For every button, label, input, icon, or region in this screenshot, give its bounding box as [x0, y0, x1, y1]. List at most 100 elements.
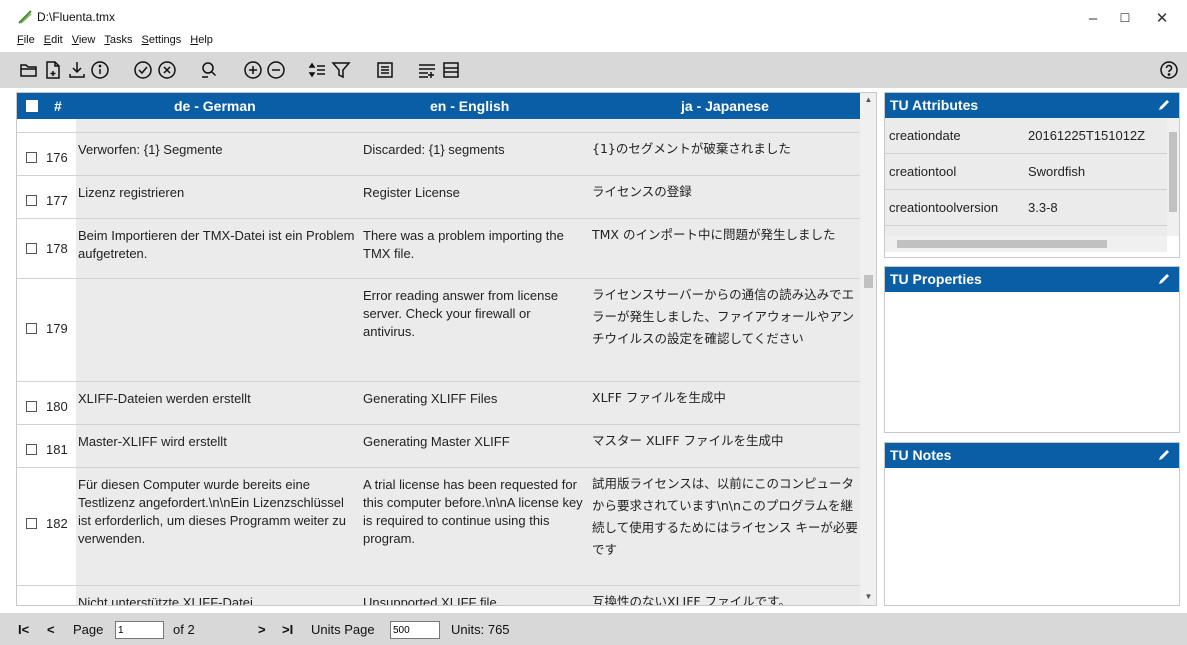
- grid-vertical-scrollbar[interactable]: ▲ ▼: [860, 93, 876, 605]
- pencil-edit-icon[interactable]: [1157, 272, 1171, 286]
- table-row[interactable]: 180 XLIFF-Dateien werden erstellt Genera…: [17, 382, 860, 425]
- cell-ja[interactable]: {1}のセグメントが破棄されました: [592, 138, 860, 160]
- cell-en[interactable]: Register License: [363, 184, 585, 202]
- cancel-circle-icon[interactable]: [156, 59, 178, 81]
- previous-page-button[interactable]: <: [47, 622, 55, 637]
- add-circle-icon[interactable]: [242, 59, 264, 81]
- last-page-button[interactable]: >I: [282, 622, 293, 637]
- table-row[interactable]: 176 Verworfen: {1} Segmente Discarded: {…: [17, 133, 860, 176]
- wrap-text-icon[interactable]: [416, 59, 438, 81]
- units-page-input[interactable]: [390, 621, 440, 639]
- remove-circle-icon[interactable]: [265, 59, 287, 81]
- cell-en[interactable]: A trial license has been requested for t…: [363, 476, 585, 548]
- vertical-scrollbar-thumb[interactable]: [1169, 132, 1177, 212]
- menu-tasks[interactable]: Tasks: [104, 34, 132, 52]
- attribute-row[interactable]: creationdate 20161225T151012Z: [885, 118, 1167, 154]
- page-count-label: of 2: [173, 622, 195, 637]
- attributes-horizontal-scrollbar[interactable]: [885, 236, 1167, 252]
- cell-ja[interactable]: ライセンスサーバーからの通信の読み込みでエラーが発生しました、ファイアウォールや…: [592, 284, 860, 350]
- cell-ja[interactable]: マスター XLIFF ファイルを生成中: [592, 430, 860, 452]
- menu-view[interactable]: View: [72, 34, 96, 52]
- row-checkbox[interactable]: [26, 605, 37, 606]
- save-download-icon[interactable]: [66, 59, 88, 81]
- page-input[interactable]: [115, 621, 164, 639]
- cell-ja[interactable]: ライセンスの登録: [592, 181, 860, 203]
- cell-en[interactable]: Error reading answer from license server…: [363, 287, 585, 341]
- header-col-ja[interactable]: ja - Japanese: [681, 98, 769, 114]
- close-button[interactable]: ✕: [1144, 6, 1180, 30]
- pencil-edit-icon[interactable]: [1157, 98, 1171, 112]
- row-checkbox[interactable]: [26, 195, 37, 206]
- scroll-down-arrow-icon[interactable]: ▼: [860, 590, 876, 604]
- menu-edit[interactable]: Edit: [44, 34, 63, 52]
- cell-en[interactable]: Unsupported XLIFF file.: [363, 594, 585, 605]
- table-row[interactable]: 183 Nicht unterstützte XLIFF-Datei. Unsu…: [17, 586, 860, 606]
- row-text-cells: Für diesen Computer wurde bereits eine T…: [76, 468, 860, 585]
- cell-de[interactable]: Nicht unterstützte XLIFF-Datei.: [78, 594, 360, 605]
- header-col-en[interactable]: en - English: [430, 98, 509, 114]
- scrollbar-thumb[interactable]: [864, 275, 873, 288]
- row-number: 182: [46, 516, 68, 531]
- filter-icon[interactable]: [330, 59, 352, 81]
- new-file-icon[interactable]: [42, 59, 64, 81]
- cell-de[interactable]: Lizenz registrieren: [78, 184, 360, 202]
- table-row[interactable]: 182 Für diesen Computer wurde bereits ei…: [17, 468, 860, 586]
- cell-en[interactable]: There was a problem importing the TMX fi…: [363, 227, 585, 263]
- cell-de[interactable]: Beim Importieren der TMX-Datei ist ein P…: [78, 227, 360, 263]
- sort-icon[interactable]: [307, 59, 329, 81]
- split-view-icon[interactable]: [440, 59, 462, 81]
- tu-notes-panel: TU Notes: [884, 442, 1180, 606]
- menu-file-rest: ile: [23, 34, 35, 46]
- row-number: 183: [46, 603, 68, 605]
- help-icon[interactable]: [1158, 59, 1180, 81]
- menu-settings[interactable]: Settings: [142, 34, 182, 52]
- row-number-cell: 183: [17, 586, 76, 606]
- cell-en[interactable]: Generating XLIFF Files: [363, 390, 585, 408]
- cell-en[interactable]: Generating Master XLIFF: [363, 433, 585, 451]
- row-text-cells: XLIFF-Dateien werden erstellt Generating…: [76, 382, 860, 424]
- search-replace-icon[interactable]: [198, 59, 220, 81]
- toolbar: [0, 52, 1187, 88]
- attributes-vertical-scrollbar[interactable]: [1167, 118, 1179, 236]
- table-row[interactable]: 181 Master-XLIFF wird erstellt Generatin…: [17, 425, 860, 468]
- cell-en[interactable]: Discarded: {1} segments: [363, 141, 585, 159]
- row-checkbox[interactable]: [26, 152, 37, 163]
- row-number-cell: 177: [17, 176, 76, 218]
- row-number-cell: [17, 119, 76, 132]
- cell-de[interactable]: Master-XLIFF wird erstellt: [78, 433, 360, 451]
- cell-de[interactable]: Für diesen Computer wurde bereits eine T…: [78, 476, 360, 548]
- row-checkbox[interactable]: [26, 518, 37, 529]
- info-icon[interactable]: [89, 59, 111, 81]
- check-circle-icon[interactable]: [132, 59, 154, 81]
- row-checkbox[interactable]: [26, 323, 37, 334]
- attribute-row[interactable]: creationtoolversion 3.3-8: [885, 190, 1167, 226]
- menu-help[interactable]: Help: [190, 34, 213, 52]
- row-checkbox[interactable]: [26, 401, 37, 412]
- scroll-up-arrow-icon[interactable]: ▲: [860, 93, 876, 107]
- table-row[interactable]: 177 Lizenz registrieren Register License…: [17, 176, 860, 219]
- cell-de[interactable]: Verworfen: {1} Segmente: [78, 141, 360, 159]
- cell-ja[interactable]: XLFF ファイルを生成中: [592, 387, 860, 409]
- attribute-value: 20161225T151012Z: [1028, 128, 1146, 143]
- maximize-button[interactable]: ☐: [1107, 6, 1143, 30]
- list-view-icon[interactable]: [374, 59, 396, 81]
- next-page-button[interactable]: >: [258, 622, 266, 637]
- table-row[interactable]: 178 Beim Importieren der TMX-Datei ist e…: [17, 219, 860, 279]
- open-folder-icon[interactable]: [18, 59, 40, 81]
- menu-file[interactable]: File: [17, 34, 35, 52]
- select-all-checkbox[interactable]: [26, 100, 38, 112]
- cell-ja[interactable]: 試用版ライセンスは、以前にこのコンピュータから要求されています\n\nこのプログ…: [592, 473, 860, 561]
- table-row[interactable]: 179 Error reading answer from license se…: [17, 279, 860, 382]
- cell-ja[interactable]: TMX のインポート中に問題が発生しました: [592, 224, 860, 246]
- minimize-button[interactable]: –: [1075, 6, 1111, 30]
- cell-ja[interactable]: 互換性のないXLIFF ファイルです。: [592, 591, 860, 605]
- pencil-edit-icon[interactable]: [1157, 448, 1171, 462]
- row-checkbox[interactable]: [26, 444, 37, 455]
- cell-de[interactable]: XLIFF-Dateien werden erstellt: [78, 390, 360, 408]
- menu-file-mnemonic: F: [17, 34, 24, 46]
- horizontal-scrollbar-thumb[interactable]: [897, 240, 1107, 248]
- header-col-de[interactable]: de - German: [174, 98, 256, 114]
- attribute-row[interactable]: creationtool Swordfish: [885, 154, 1167, 190]
- row-checkbox[interactable]: [26, 243, 37, 254]
- first-page-button[interactable]: I<: [18, 622, 29, 637]
